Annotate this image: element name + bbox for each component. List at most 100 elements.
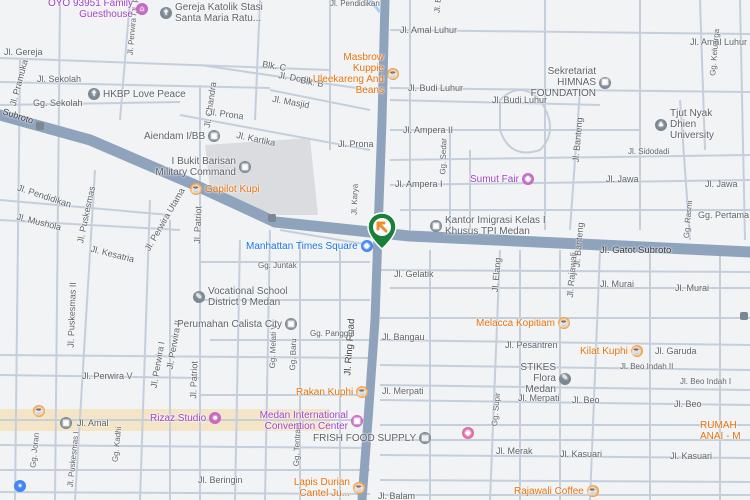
- poi-rajawali-coffee[interactable]: ☕ Rajawali Coffee: [514, 485, 599, 497]
- road-label-melati-v: Gg. Melati V: [267, 324, 279, 369]
- road-label-jawa-2: Jl. Jawa: [705, 179, 738, 189]
- road-label-bl: Jl. Bl: [432, 0, 444, 14]
- poi-vocational-school[interactable]: ✎ Vocational School District 9 Medan: [193, 286, 318, 308]
- school-icon: ✎: [193, 291, 205, 303]
- road-label-garuda: Jl. Garuda: [655, 346, 697, 356]
- road-label-patriot: Jl. Patriot: [192, 205, 204, 244]
- poi-stikes-flora-medan[interactable]: ✎ STIKES Flora Medan: [510, 362, 571, 395]
- road-label-amal-luhur: Jl. Amal Luhur: [400, 25, 458, 35]
- building-icon: ▣: [60, 417, 72, 429]
- poi-medan-international-convention-center[interactable]: ▣ Medan International Convention Center: [238, 410, 363, 432]
- map-canvas[interactable]: Jl. Gatot Subroto Subroto Jl. Ring Road …: [0, 0, 750, 500]
- shopping-icon: ◆: [462, 427, 474, 439]
- poi-aiendam[interactable]: ▣ Aiendam I/BB: [144, 130, 221, 142]
- poi-building-amal[interactable]: ▣: [60, 417, 72, 429]
- store-icon: ▤: [419, 432, 432, 444]
- poi-pink-shop[interactable]: ◆: [462, 427, 474, 439]
- poi-tjut-nyak-dhien-university[interactable]: ▲ Tjut Nyak Dhien University: [655, 108, 740, 141]
- poi-military-command[interactable]: ▣ I Bukit Barisan Military Command: [148, 156, 251, 178]
- road-label-beo-indah-i: Jl. Beo Indah I: [680, 377, 732, 386]
- building-icon: ▣: [239, 161, 251, 173]
- road-label-ampera-ii: Jl. Ampera II: [403, 125, 454, 135]
- cafe-icon: ☕: [557, 317, 570, 329]
- road-label-karya: Jl. Karya: [349, 183, 360, 216]
- cafe-icon: ☕: [630, 345, 643, 357]
- cafe-icon: ☕: [33, 405, 45, 417]
- building-icon: ▣: [351, 415, 363, 427]
- poi-rakan-kuphi[interactable]: ☕ Rakan Kuphi: [296, 386, 369, 398]
- road-label-beo-indah-ii: Jl. Beo Indah II: [620, 362, 674, 371]
- poi-cafe-west[interactable]: ☕: [33, 405, 45, 417]
- church-icon: ✝: [88, 88, 100, 100]
- road-label-patriot-2: Jl. Patriot: [188, 360, 200, 399]
- poi-gereja-katolik[interactable]: ✝ Gereja Katolik Stasi Santa Maria Ratu.…: [160, 2, 275, 24]
- road-label-sedar: Gg. Sedar: [438, 137, 449, 175]
- road-label-kasuari: Jl. Kasuari: [560, 449, 603, 459]
- poi-masbrow-kuppie[interactable]: ☕ Masbrow Kuppie Uleekareng And Beans: [312, 52, 399, 96]
- road-label-baru: Gg. Baru: [288, 338, 299, 371]
- cafe-icon: ☕: [353, 482, 365, 494]
- building-icon: ▣: [208, 130, 221, 142]
- cafe-icon: ☕: [190, 183, 202, 195]
- poi-gray-west[interactable]: [36, 122, 44, 130]
- road-label-perwira-v: Jl. Perwira V: [82, 371, 133, 381]
- church-icon: ✝: [160, 7, 172, 19]
- road-label-bangau: Jl. Bangau: [382, 332, 425, 342]
- poi-melacca-kopitiam[interactable]: ☕ Melacca Kopitiam: [476, 317, 570, 329]
- road-label-juntak: Gg. Juntak: [258, 261, 297, 270]
- road-label-gg-sekolah: Gg. Sekolah: [33, 98, 83, 108]
- school-icon: ✎: [559, 372, 571, 385]
- poi-manhattan-times-square[interactable]: ◆ Manhattan Times Square: [246, 240, 373, 252]
- road-label-merak: Jl. Merak: [496, 446, 533, 456]
- road-label-gatot-subroto: Jl. Gatot Subroto: [600, 245, 672, 256]
- poi-oyo-family-guesthouse[interactable]: ⌂ OYO 93951 Family Guesthouse: [38, 0, 148, 20]
- road-label-gereja: Jl. Gereja: [4, 47, 43, 57]
- transit-stop-icon: [268, 214, 276, 222]
- building-icon: ▣: [430, 220, 442, 232]
- poi-gray-center[interactable]: [268, 214, 276, 222]
- road-label-panggul: Gg. Panggul: [310, 329, 355, 338]
- road-label-sidodadi: Jl. Sidodadi: [628, 147, 670, 156]
- location-marker[interactable]: [367, 212, 397, 250]
- transit-stop-icon: [36, 122, 44, 130]
- road-label-merpati-2: Jl. Merpati: [518, 393, 560, 403]
- road-label-merpati: Jl. Merpati: [382, 386, 424, 396]
- road-label-pertama: Gg. Pertama: [698, 210, 750, 220]
- poi-rizaz-studio[interactable]: ● Rizaz Studio: [150, 412, 222, 424]
- road-label-prona: Jl. Prona: [338, 139, 374, 149]
- cafe-icon: ☕: [356, 386, 369, 398]
- university-icon: ▲: [655, 118, 667, 131]
- building-icon: ▣: [285, 318, 298, 330]
- cafe-icon: ☕: [387, 68, 399, 80]
- road-label-sekolah: Jl. Sekolah: [37, 74, 82, 84]
- road-label-beringin: Jl. Beringin: [198, 475, 243, 485]
- poi-gray-east[interactable]: [740, 312, 748, 320]
- poi-sumut-fair[interactable]: ◆ Sumut Fair: [470, 173, 534, 185]
- road-label-jawa: Jl. Jawa: [606, 174, 639, 184]
- poi-frish-food-supply[interactable]: ▤ FRISH FOOD SUPPLY: [313, 432, 432, 444]
- road-label-pendidikan-2: Jl. Pendidikan: [330, 0, 380, 8]
- road-label-gelatik: Jl. Gelatik: [394, 269, 434, 279]
- poi-kantor-imigrasi[interactable]: ▣ Kantor Imigrasi Kelas I Khusus TPI Med…: [430, 215, 555, 237]
- bus-icon: ▪: [14, 480, 26, 492]
- building-icon: ▣: [599, 76, 611, 89]
- road-label-balam: Jl. Balam: [378, 491, 416, 500]
- poi-kilat-kuphi[interactable]: ☕ Kilat Kuphi: [580, 345, 643, 357]
- poi-blue-transit[interactable]: ▪: [14, 480, 26, 492]
- poi-hkbp-love-peace[interactable]: ✝ HKBP Love Peace: [88, 88, 186, 100]
- poi-rumah-anai[interactable]: RUMAH ANAI - M: [700, 420, 750, 442]
- road-label-amal: Jl. Amal: [77, 418, 109, 428]
- road-label-beo-2: Jl. Beo: [674, 399, 702, 409]
- cafe-icon: ☕: [586, 485, 599, 497]
- road-label-pesantren: Jl. Pesantren: [505, 340, 558, 350]
- poi-perumahan-calista-city[interactable]: ▣ Perumahan Calista City: [177, 318, 298, 330]
- road-label-budi-luhur: Jl. Budi Luhur: [408, 83, 464, 93]
- poi-lapis-durian[interactable]: ☕ Lapis Durian Cantel Ju...: [292, 477, 365, 499]
- road-label-murai: Jl. Murai: [600, 279, 635, 289]
- poi-himnas-foundation[interactable]: ▣ Sekretariat HIMNAS FOUNDATION: [512, 66, 611, 99]
- road-label-ampera-i: Jl. Ampera I: [395, 179, 443, 189]
- poi-gapilot-kupi[interactable]: ☕ Gapilot Kupi: [190, 183, 259, 195]
- shopping-icon: ◆: [521, 173, 534, 185]
- road-label-kasuari-2: Jl. Kasuari: [670, 451, 713, 461]
- road-label-murai-2: Jl. Murai: [675, 283, 710, 293]
